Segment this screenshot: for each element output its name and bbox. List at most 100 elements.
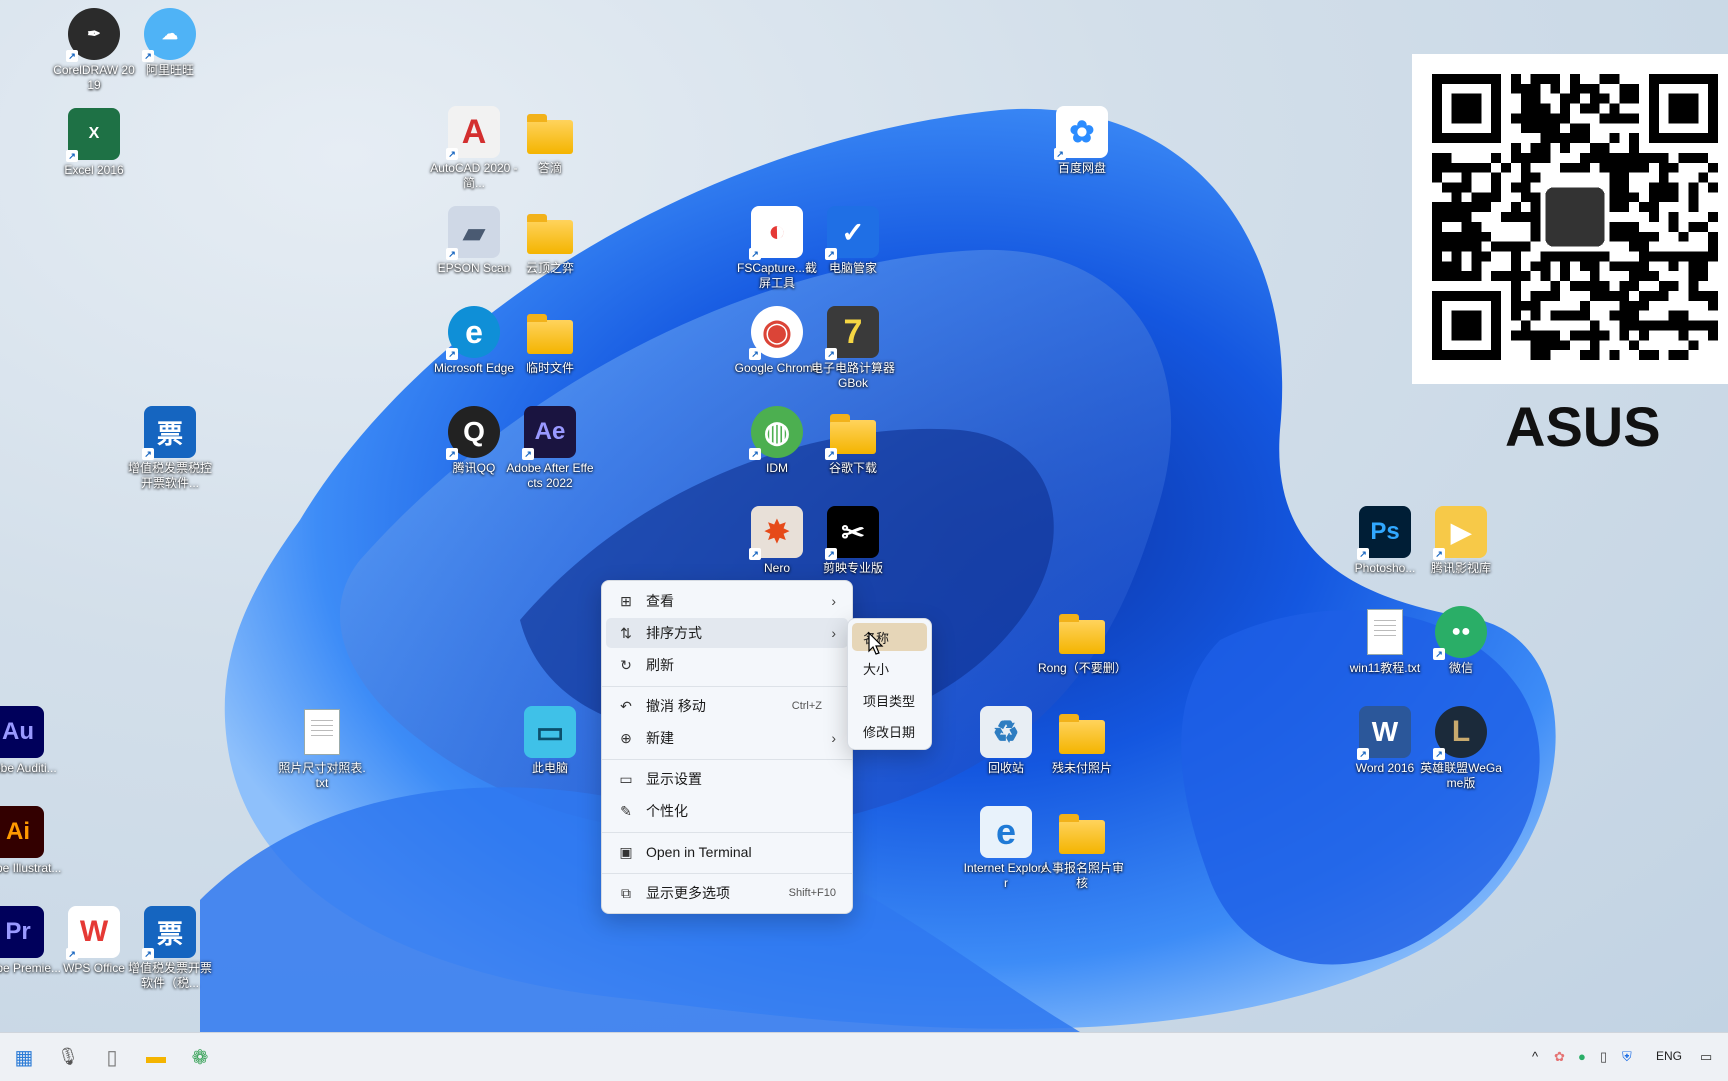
desktop-icon-photo-size-txt[interactable]: 照片尺寸对照表.txt xyxy=(278,706,366,791)
tray-wechat-icon[interactable]: ● xyxy=(1578,1049,1586,1064)
desktop-icon-jianying[interactable]: ✂ ↗ 剪映专业版 xyxy=(809,506,897,576)
desktop-icon-audition[interactable]: Au Adobe Auditi... xyxy=(0,706,62,776)
icon-label: 腾讯QQ xyxy=(452,461,496,475)
desktop-icon-folder-rong[interactable]: Rong（不要删） xyxy=(1038,606,1127,676)
sync-icon: ❁ xyxy=(191,1046,209,1069)
icon-label: 微信 xyxy=(1448,661,1473,675)
menu-item-shortcut: Ctrl+Z xyxy=(791,700,822,712)
menu-item-show-more-options[interactable]: ⧉ 显示更多选项 Shift+F10 xyxy=(606,878,848,908)
desktop-icon-epson-scan[interactable]: ▰ ↗ EPSON Scan xyxy=(430,206,518,276)
file-explorer-icon: ▬ xyxy=(146,1045,166,1068)
desktop-icon-chrome[interactable]: ◉ ↗ Google Chrome xyxy=(733,306,821,376)
brush-icon: ✎ xyxy=(620,802,632,819)
taskbar-app-file-explorer[interactable]: ▬ xyxy=(142,1043,170,1071)
internet-explorer-icon: e xyxy=(980,806,1032,858)
tray-overflow-chevron-icon[interactable]: ^ xyxy=(1532,1049,1538,1064)
word-icon: W ↗ xyxy=(1357,706,1411,760)
taskbar-app-sync[interactable]: ❁ xyxy=(186,1043,214,1071)
desktop-icon-tencent-video[interactable]: ▶ ↗ 腾讯影视库 xyxy=(1417,506,1505,576)
video-library-icon: ▶ ↗ xyxy=(1433,506,1487,560)
desktop-icon-folder-dadi[interactable]: 答滴 xyxy=(506,106,594,176)
menu-item-new[interactable]: ⊕ 新建 › xyxy=(606,723,848,753)
autocad-icon: A ↗ xyxy=(446,106,500,160)
brand-watermark: ASUS xyxy=(1505,395,1661,458)
input-language[interactable]: ENG xyxy=(1656,1049,1682,1063)
icon-label: Word 2016 xyxy=(1355,761,1415,775)
icon-label: 照片尺寸对照表.txt xyxy=(278,761,366,790)
desktop-icon-autocad[interactable]: A ↗ AutoCAD 2020 - 简... xyxy=(430,106,518,191)
scanner-icon: ▰ ↗ xyxy=(446,206,500,260)
menu-item-personalize[interactable]: ✎ 个性化 xyxy=(606,796,848,826)
desktop-icon-fscapture[interactable]: ◐ ↗ FSCapture...截屏工具 xyxy=(733,206,821,291)
menu-item-view[interactable]: ⊞ 查看 › xyxy=(606,586,848,616)
icon-label: FSCapture...截屏工具 xyxy=(736,261,818,290)
desktop[interactable]: ✒ ↗ CorelDRAW 2019 ☁ ↗ 阿里旺旺 X ↗ Excel 2016 … xyxy=(0,0,1728,1032)
desktop-icon-photoshop[interactable]: Ps ↗ Photosho... xyxy=(1341,506,1429,576)
desktop-icon-tax-invoice[interactable]: 票 ↗ 增值税发票税控开票软件... xyxy=(126,406,214,491)
tray-app-icon[interactable]: ✿ xyxy=(1554,1049,1565,1065)
menu-item-display-settings[interactable]: ▭ 显示设置 xyxy=(606,764,848,794)
league-icon: L ↗ xyxy=(1433,706,1487,760)
desktop-icon-qq[interactable]: Q ↗ 腾讯QQ xyxy=(430,406,518,476)
icon-label: Excel 2016 xyxy=(64,163,124,177)
desktop-icon-illustrator[interactable]: Ai Adobe Illustrat... xyxy=(0,806,62,876)
desktop-icon-win11-txt[interactable]: win11教程.txt xyxy=(1341,606,1429,676)
icon-label: 百度网盘 xyxy=(1057,161,1106,175)
menu-item-label: 个性化 xyxy=(646,803,688,819)
icon-label: IDM xyxy=(766,461,788,475)
desktop-icon-tax-invoice-2[interactable]: 票 ↗ 增值税发票开票软件（税... xyxy=(126,906,214,991)
invoice-icon: 票 ↗ xyxy=(142,906,196,960)
menu-item-label: 显示设置 xyxy=(646,771,702,787)
menu-item-open-in-terminal[interactable]: ▣ Open in Terminal xyxy=(606,837,848,867)
icon-label: 云顶之弈 xyxy=(525,261,574,275)
tray-network-icon[interactable]: ▭ xyxy=(1700,1049,1712,1065)
desktop-icon-folder-temp[interactable]: 临时文件 xyxy=(506,306,594,376)
desktop-icon-after-effects[interactable]: Ae ↗ Adobe After Effects 2022 xyxy=(506,406,594,491)
taskbar-app-calculator[interactable]: ▦ xyxy=(10,1043,38,1071)
icon-label: Adobe Auditi... xyxy=(0,761,57,775)
desktop-icon-pc-manager[interactable]: ✓ ↗ 电脑管家 xyxy=(809,206,897,276)
desktop-icon-folder-hr-photos[interactable]: 人事报名照片审核 xyxy=(1038,806,1126,891)
icon-label: 临时文件 xyxy=(525,361,574,375)
desktop-icon-internet-explorer[interactable]: e Internet Explorer xyxy=(962,806,1050,891)
sort-by-submenu: 名称 大小 项目类型 修改日期 xyxy=(847,618,932,750)
qq-icon: Q ↗ xyxy=(446,406,500,460)
icon-label: AutoCAD 2020 - 简... xyxy=(430,161,518,190)
idm-icon: ◍ ↗ xyxy=(749,406,803,460)
desktop-icon-this-pc[interactable]: ▭ 此电脑 xyxy=(506,706,594,776)
desktop-icon-league-of-legends[interactable]: L ↗ 英雄联盟WeGame版 xyxy=(1417,706,1505,791)
submenu-item-item-type[interactable]: 项目类型 xyxy=(852,686,927,714)
desktop-icon-nero[interactable]: ✸ ↗ Nero xyxy=(733,506,821,576)
taskbar-app-notepad[interactable]: ▯ xyxy=(98,1043,126,1071)
desktop-icon-folder-unpaid-photos[interactable]: 残未付照片 xyxy=(1038,706,1126,776)
submenu-item-date-modified[interactable]: 修改日期 xyxy=(852,717,927,745)
gbok-icon: 7 ↗ xyxy=(825,306,879,360)
menu-item-undo-move[interactable]: ↶ 撤消 移动 Ctrl+Z xyxy=(606,691,848,721)
tray-usb-icon[interactable]: ▯ xyxy=(1600,1049,1607,1065)
desktop-icon-gbok[interactable]: 7 ↗ 电子电路计算器GBok xyxy=(809,306,897,391)
folder-icon xyxy=(524,106,576,158)
desktop-icon-idm[interactable]: ◍ ↗ IDM xyxy=(733,406,821,476)
icon-label: EPSON Scan xyxy=(437,261,511,275)
tray-security-shield-icon[interactable]: ⛨ xyxy=(1622,1049,1632,1065)
desktop-icon-aliwangwang[interactable]: ☁ ↗ 阿里旺旺 xyxy=(126,8,214,78)
desktop-icon-wechat[interactable]: ●● ↗ 微信 xyxy=(1417,606,1505,676)
submenu-item-name[interactable]: 名称 xyxy=(852,623,927,651)
desktop-icon-wps-office[interactable]: W ↗ WPS Office xyxy=(50,906,138,976)
desktop-icon-folder-google-download[interactable]: ↗ 谷歌下载 xyxy=(809,406,897,476)
desktop-icon-word[interactable]: W ↗ Word 2016 xyxy=(1341,706,1429,776)
desktop-icon-folder-yunding[interactable]: 云顶之弈 xyxy=(506,206,594,276)
submenu-item-size[interactable]: 大小 xyxy=(852,654,927,682)
desktop-icon-edge[interactable]: e ↗ Microsoft Edge xyxy=(430,306,518,376)
menu-item-refresh[interactable]: ↻ 刷新 xyxy=(606,650,848,680)
desktop-icon-recycle-bin[interactable]: ♻ 回收站 xyxy=(962,706,1050,776)
taskbar-app-voice-recorder[interactable]: 🎙 xyxy=(54,1043,82,1071)
desktop-icon-excel[interactable]: X ↗ Excel 2016 xyxy=(50,108,138,178)
icon-label: Photosho... xyxy=(1354,561,1416,575)
icon-label: CorelDRAW 2019 xyxy=(53,63,135,92)
desktop-icon-coreldraw[interactable]: ✒ ↗ CorelDRAW 2019 xyxy=(50,8,138,93)
desktop-icon-baidu-netdisk[interactable]: ✿ ↗ 百度网盘 xyxy=(1038,106,1126,176)
qr-code-image xyxy=(1432,74,1718,360)
notepad-icon: ▯ xyxy=(106,1046,118,1069)
menu-item-sort-by[interactable]: ⇅ 排序方式 › xyxy=(606,618,848,648)
